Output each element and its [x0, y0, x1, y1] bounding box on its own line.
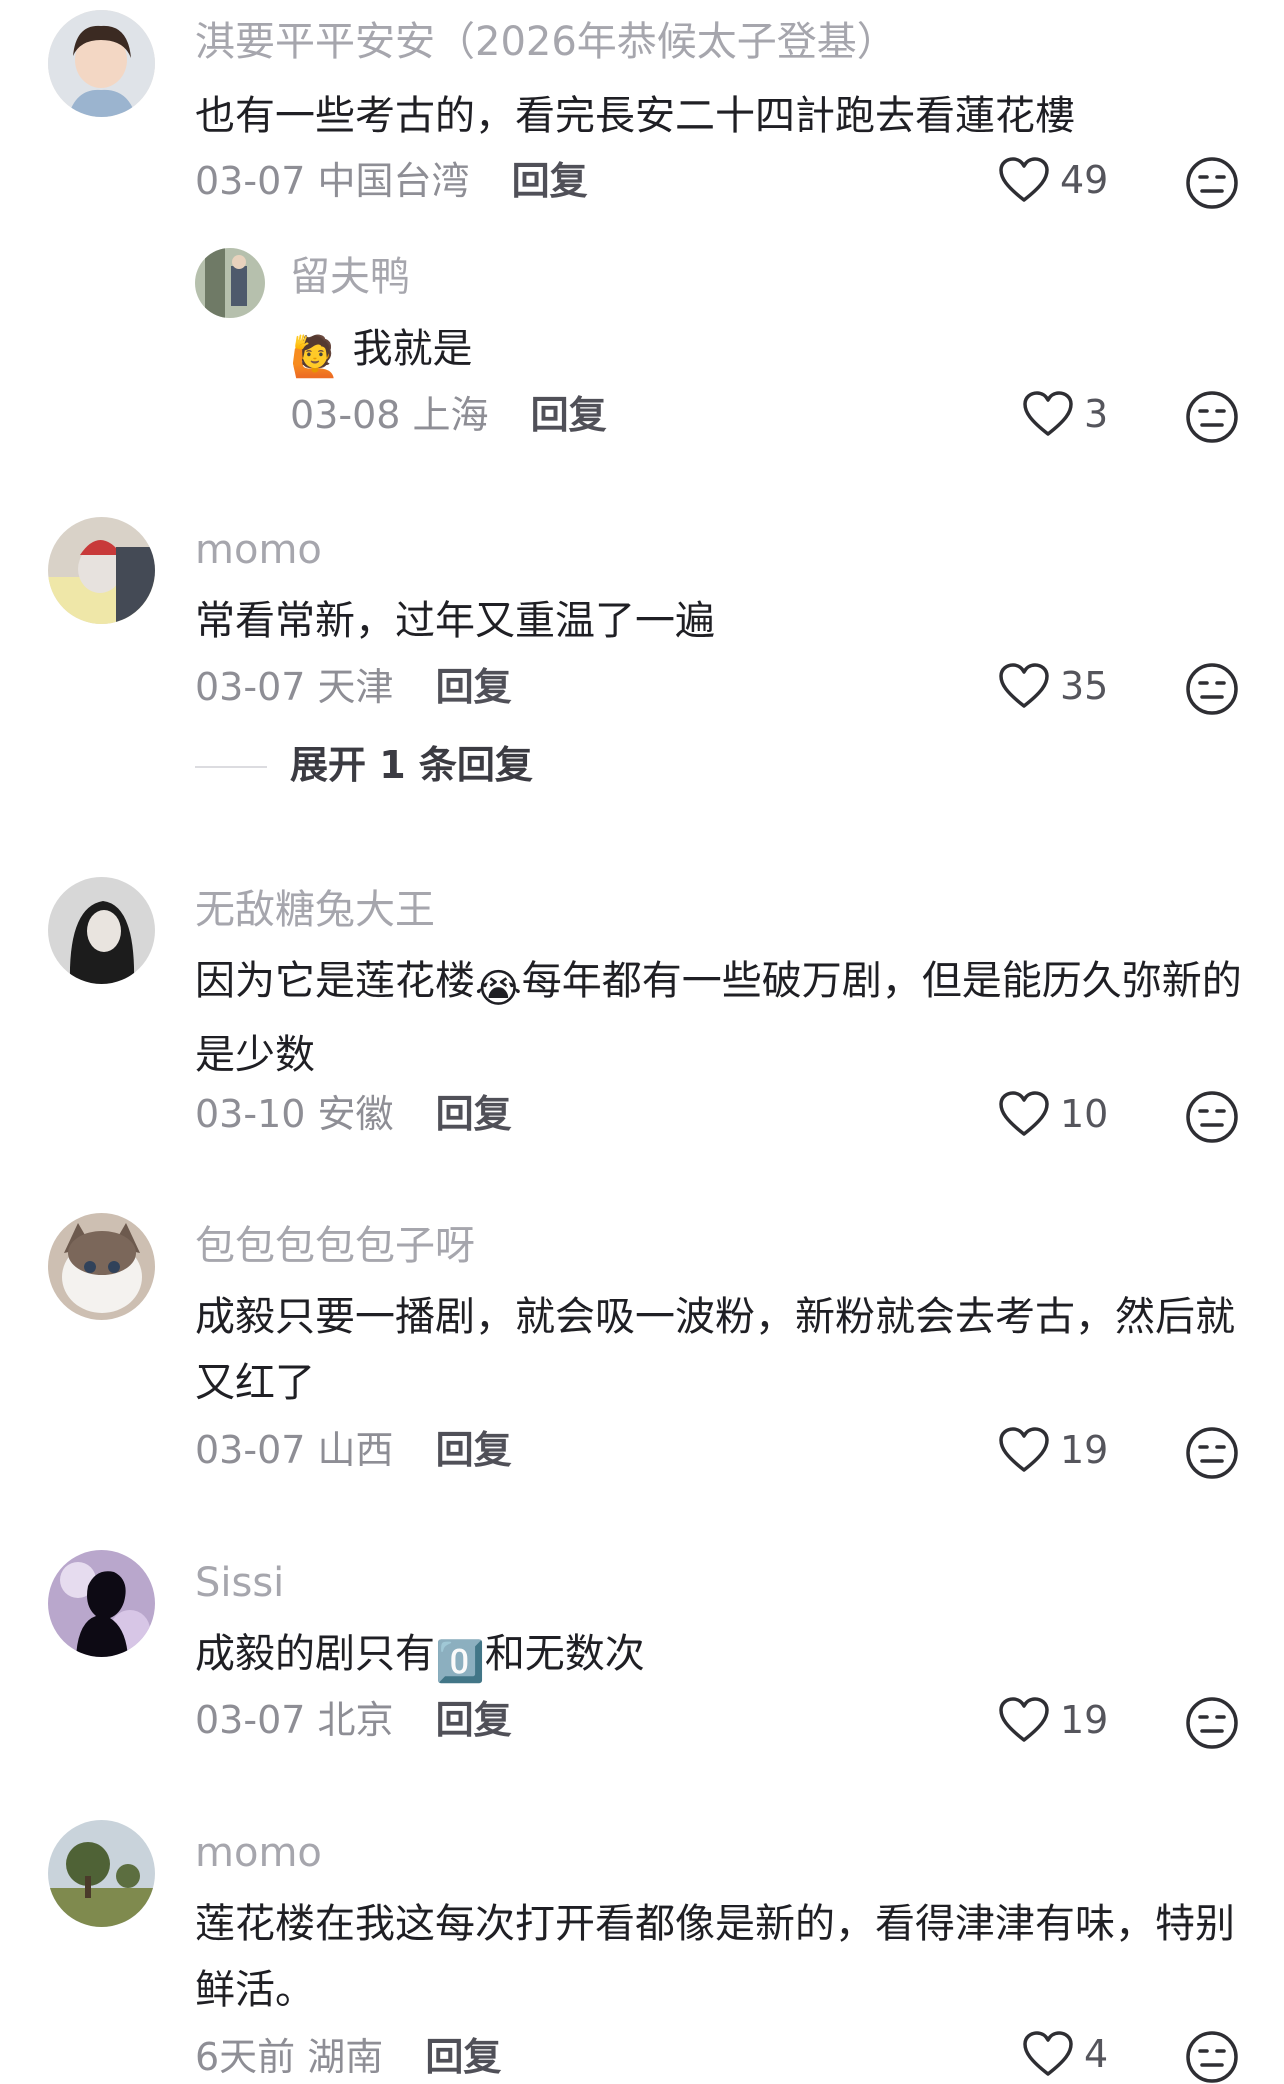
avatar[interactable] [48, 1213, 155, 1320]
comment-date: 03-07 [195, 1698, 306, 1742]
comment-username[interactable]: 包包包包包子呀 [195, 1226, 475, 1266]
heart-outline-icon [999, 157, 1049, 202]
comment-text: 成毅只要一播剧，就会吸一波粉，新粉就会去考古，然后就又红了 [195, 1294, 1235, 1406]
heart-outline-icon [999, 663, 1049, 708]
comment-location: 山西 [317, 1428, 394, 1472]
reply-button[interactable]: 回复 [436, 1428, 512, 1472]
meh-face-icon[interactable] [1185, 1090, 1239, 1144]
reply-button[interactable]: 回复 [425, 2035, 501, 2079]
like-count: 19 [1060, 1428, 1109, 1472]
avatar[interactable] [48, 517, 155, 624]
meh-face-icon[interactable] [1185, 156, 1239, 210]
meh-face-icon[interactable] [1185, 662, 1239, 716]
comment-meta: 6天前 湖南 回复 [195, 2038, 501, 2076]
comment-username[interactable]: momo [195, 1833, 322, 1873]
like-button[interactable]: 49 [998, 156, 1108, 204]
comment-username[interactable]: Sissi [195, 1563, 284, 1603]
like-button[interactable]: 19 [998, 1696, 1108, 1744]
heart-outline-icon [1023, 2031, 1073, 2076]
expand-divider [195, 766, 267, 768]
comment-text: 也有一些考古的，看完長安二十四計跑去看蓮花樓 [195, 93, 1075, 139]
like-button[interactable]: 35 [998, 662, 1108, 710]
reply-meta: 03-08 上海 回复 [290, 396, 607, 434]
comment-location: 北京 [317, 1698, 394, 1742]
comment-text: 因为它是莲花楼😭每年都有一些破万剧，但是能历久弥新的是少数 [195, 948, 1245, 1088]
comment-date: 6天前 [195, 2035, 296, 2079]
heart-outline-icon [999, 1427, 1049, 1472]
avatar[interactable] [195, 248, 265, 318]
reply-button[interactable]: 回复 [512, 159, 588, 203]
crying-emoji: 😭 [475, 966, 522, 1012]
like-button[interactable]: 4 [1022, 2030, 1108, 2078]
comment-date: 03-07 [195, 665, 306, 709]
comment-meta: 03-07 山西 回复 [195, 1431, 512, 1469]
comment-username[interactable]: 无敌糖兔大王 [195, 890, 435, 930]
comment-date: 03-07 [195, 1428, 306, 1472]
comment-meta: 03-07 天津 回复 [195, 668, 512, 706]
reply-location: 上海 [412, 393, 489, 437]
like-button[interactable]: 3 [1022, 390, 1108, 438]
reply-text-content: 我就是 [352, 326, 473, 372]
keycap-zero-emoji: 0️⃣ [435, 1639, 485, 1685]
reply-date: 03-08 [290, 393, 401, 437]
comment-date: 03-07 [195, 159, 306, 203]
raising-hand-emoji: 🙋 [290, 334, 340, 380]
comment-location: 中国台湾 [317, 159, 470, 203]
avatar[interactable] [48, 1820, 155, 1927]
like-count: 4 [1084, 2032, 1109, 2076]
like-count: 19 [1060, 1698, 1109, 1742]
comment-date: 03-10 [195, 1092, 306, 1136]
like-count: 35 [1060, 664, 1109, 708]
like-count: 49 [1060, 158, 1109, 202]
comment-username[interactable]: 淇要平平安安（2026年恭候太子登基） [195, 22, 897, 62]
reply-button[interactable]: 回复 [531, 393, 607, 437]
comment-location: 天津 [317, 665, 394, 709]
comment-text: 成毅的剧只有0️⃣和无数次 [195, 1621, 1245, 1695]
comment-username[interactable]: momo [195, 530, 322, 570]
comment-meta: 03-10 安徽 回复 [195, 1095, 512, 1133]
reply-text: 🙋 我就是 [290, 316, 1284, 390]
comment-meta: 03-07 北京 回复 [195, 1701, 512, 1739]
comment-text: 莲花楼在我这每次打开看都像是新的，看得津津有味，特别鲜活。 [195, 1901, 1235, 2013]
reply-username[interactable]: 留夫鸭 [290, 257, 410, 297]
meh-face-icon[interactable] [1185, 390, 1239, 444]
avatar[interactable] [48, 877, 155, 984]
avatar[interactable] [48, 10, 155, 117]
meh-face-icon[interactable] [1185, 2030, 1239, 2084]
reply-button[interactable]: 回复 [436, 1092, 512, 1136]
comment-meta: 03-07 中国台湾 回复 [195, 162, 588, 200]
like-button[interactable]: 19 [998, 1426, 1108, 1474]
comment-location: 安徽 [317, 1092, 394, 1136]
meh-face-icon[interactable] [1185, 1696, 1239, 1750]
comment-text: 常看常新，过年又重温了一遍 [195, 598, 715, 644]
comment-text-part: 和无数次 [484, 1631, 645, 1677]
comment-text-part: 因为它是莲花楼 [195, 958, 475, 1004]
heart-outline-icon [1023, 391, 1073, 436]
heart-outline-icon [999, 1697, 1049, 1742]
like-count: 3 [1084, 392, 1109, 436]
heart-outline-icon [999, 1091, 1049, 1136]
like-button[interactable]: 10 [998, 1090, 1108, 1138]
expand-replies-button[interactable]: 展开 1 条回复 [290, 746, 533, 784]
reply-button[interactable]: 回复 [436, 1698, 512, 1742]
comment-text-part: 成毅的剧只有 [195, 1631, 435, 1677]
meh-face-icon[interactable] [1185, 1426, 1239, 1480]
reply-button[interactable]: 回复 [436, 665, 512, 709]
like-count: 10 [1060, 1092, 1109, 1136]
avatar[interactable] [48, 1550, 155, 1657]
comment-location: 湖南 [307, 2035, 384, 2079]
